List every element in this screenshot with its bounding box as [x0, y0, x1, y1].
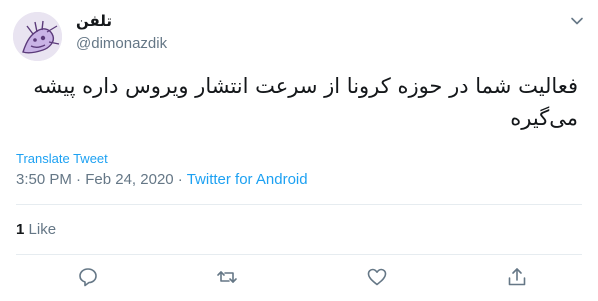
- meta-separator: ·: [177, 171, 183, 188]
- tweet-date[interactable]: Feb 24, 2020: [85, 171, 173, 188]
- username-handle[interactable]: @dimonazdik: [76, 35, 167, 52]
- likes-stat[interactable]: 1 Like: [16, 221, 56, 238]
- tweet-metadata: 3:50 PM · Feb 24, 2020 · Twitter for And…: [16, 171, 308, 188]
- tweet-time[interactable]: 3:50 PM: [16, 171, 72, 188]
- chevron-down-icon[interactable]: [570, 14, 584, 28]
- likes-label: Like: [28, 221, 57, 238]
- likes-count: 1: [16, 221, 25, 238]
- share-icon[interactable]: [506, 266, 528, 288]
- tweet-text: فعالیت شما در حوزه کرونا از سرعت انتشار …: [26, 74, 578, 130]
- reply-icon[interactable]: [77, 266, 99, 288]
- divider: [16, 254, 582, 255]
- meta-separator: ·: [76, 171, 82, 188]
- tweet-source-link[interactable]: Twitter for Android: [187, 171, 308, 188]
- avatar-image: [13, 12, 62, 61]
- translate-tweet-link[interactable]: Translate Tweet: [16, 151, 108, 166]
- retweet-icon[interactable]: [216, 266, 238, 288]
- divider: [16, 204, 582, 205]
- heart-icon[interactable]: [366, 266, 388, 288]
- avatar[interactable]: [13, 12, 62, 61]
- display-name[interactable]: تلفن: [76, 12, 112, 30]
